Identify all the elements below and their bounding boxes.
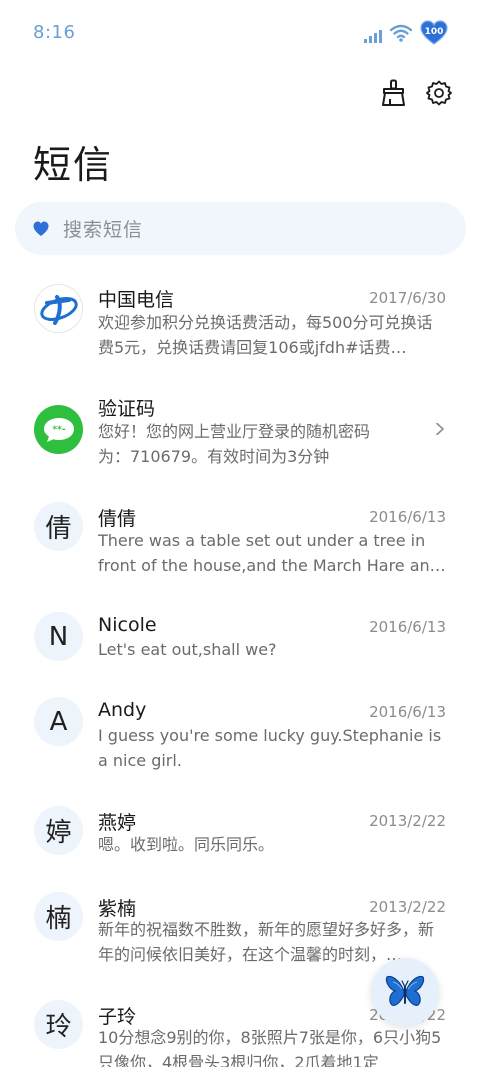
wifi-icon: [390, 24, 412, 42]
search-bar[interactable]: 搜索短信: [15, 202, 466, 255]
list-item[interactable]: A Andy 2016/6/13 I guess you're some luc…: [0, 692, 480, 792]
message-preview: I guess you're some lucky guy.Stephanie …: [98, 726, 442, 770]
svg-text:**-: **-: [52, 425, 65, 435]
clean-button[interactable]: [378, 78, 408, 108]
message-date: 2013/2/22: [369, 812, 446, 830]
avatar: A: [34, 697, 83, 746]
message-date: 2017/6/30: [369, 289, 446, 307]
status-time: 8:16: [33, 22, 76, 43]
message-preview: 欢迎参加积分兑换话费活动，每500分可兑换话费5元，兑换话费请回复106或jfd…: [98, 313, 433, 357]
message-preview: 您好！您的网上营业厅登录的随机密码为：710679。有效时间为3分钟: [98, 422, 371, 466]
sender-name: 验证码: [98, 398, 156, 420]
sender-name: Andy: [98, 699, 147, 721]
status-icons: 100: [364, 20, 448, 46]
avatar: 婷: [34, 806, 83, 855]
list-item[interactable]: 中国电信 2017/6/30 欢迎参加积分兑换话费活动，每500分可兑换话费5元…: [0, 270, 480, 378]
chevron-right-icon: [436, 423, 444, 435]
sender-name: 倩倩: [98, 508, 137, 530]
message-preview: Let's eat out,shall we?: [98, 640, 277, 659]
battery-level: 100: [424, 27, 444, 37]
message-preview: There was a table set out under a tree i…: [98, 531, 446, 575]
floating-action-button[interactable]: [371, 958, 439, 1026]
sender-name: 燕婷: [98, 812, 137, 834]
signal-icon: [364, 29, 382, 43]
message-preview: 嗯。收到啦。同乐同乐。: [98, 835, 275, 854]
list-item[interactable]: 倩 倩倩 2016/6/13 There was a table set out…: [0, 498, 480, 598]
message-preview: 10分想念9别的你，8张照片7张是你，6只小狗5只像你，4根骨头3根归你，2爪着…: [98, 1028, 442, 1067]
settings-button[interactable]: [424, 78, 454, 108]
heart-icon: [33, 221, 49, 236]
gear-icon: [426, 80, 452, 106]
message-bubble-icon: **-: [34, 405, 83, 454]
avatar: 玲: [34, 1000, 83, 1049]
avatar: N: [34, 612, 83, 661]
list-item[interactable]: N Nicole 2016/6/13 Let's eat out,shall w…: [0, 608, 480, 688]
message-date: 2013/2/22: [369, 898, 446, 916]
brush-icon: [382, 79, 405, 106]
battery-heart-icon: 100: [420, 20, 448, 46]
page-title: 短信: [33, 143, 114, 187]
list-item[interactable]: 婷 燕婷 2013/2/22 嗯。收到啦。同乐同乐。: [0, 806, 480, 886]
avatar: 倩: [34, 502, 83, 551]
status-bar: 8:16 100: [0, 0, 480, 68]
sender-name: 中国电信: [98, 289, 175, 311]
search-input[interactable]: 搜索短信: [63, 215, 143, 242]
message-date: 2016/6/13: [369, 618, 446, 636]
top-toolbar: [378, 78, 454, 108]
china-telecom-logo: [34, 284, 83, 333]
list-item[interactable]: **- 验证码 您好！您的网上营业厅登录的随机密码为：710679。有效时间为3…: [0, 388, 480, 488]
message-date: 2016/6/13: [369, 703, 446, 721]
butterfly-icon: [385, 975, 425, 1006]
sender-name: Nicole: [98, 614, 157, 636]
avatar: 楠: [34, 892, 83, 941]
message-date: 2016/6/13: [369, 508, 446, 526]
